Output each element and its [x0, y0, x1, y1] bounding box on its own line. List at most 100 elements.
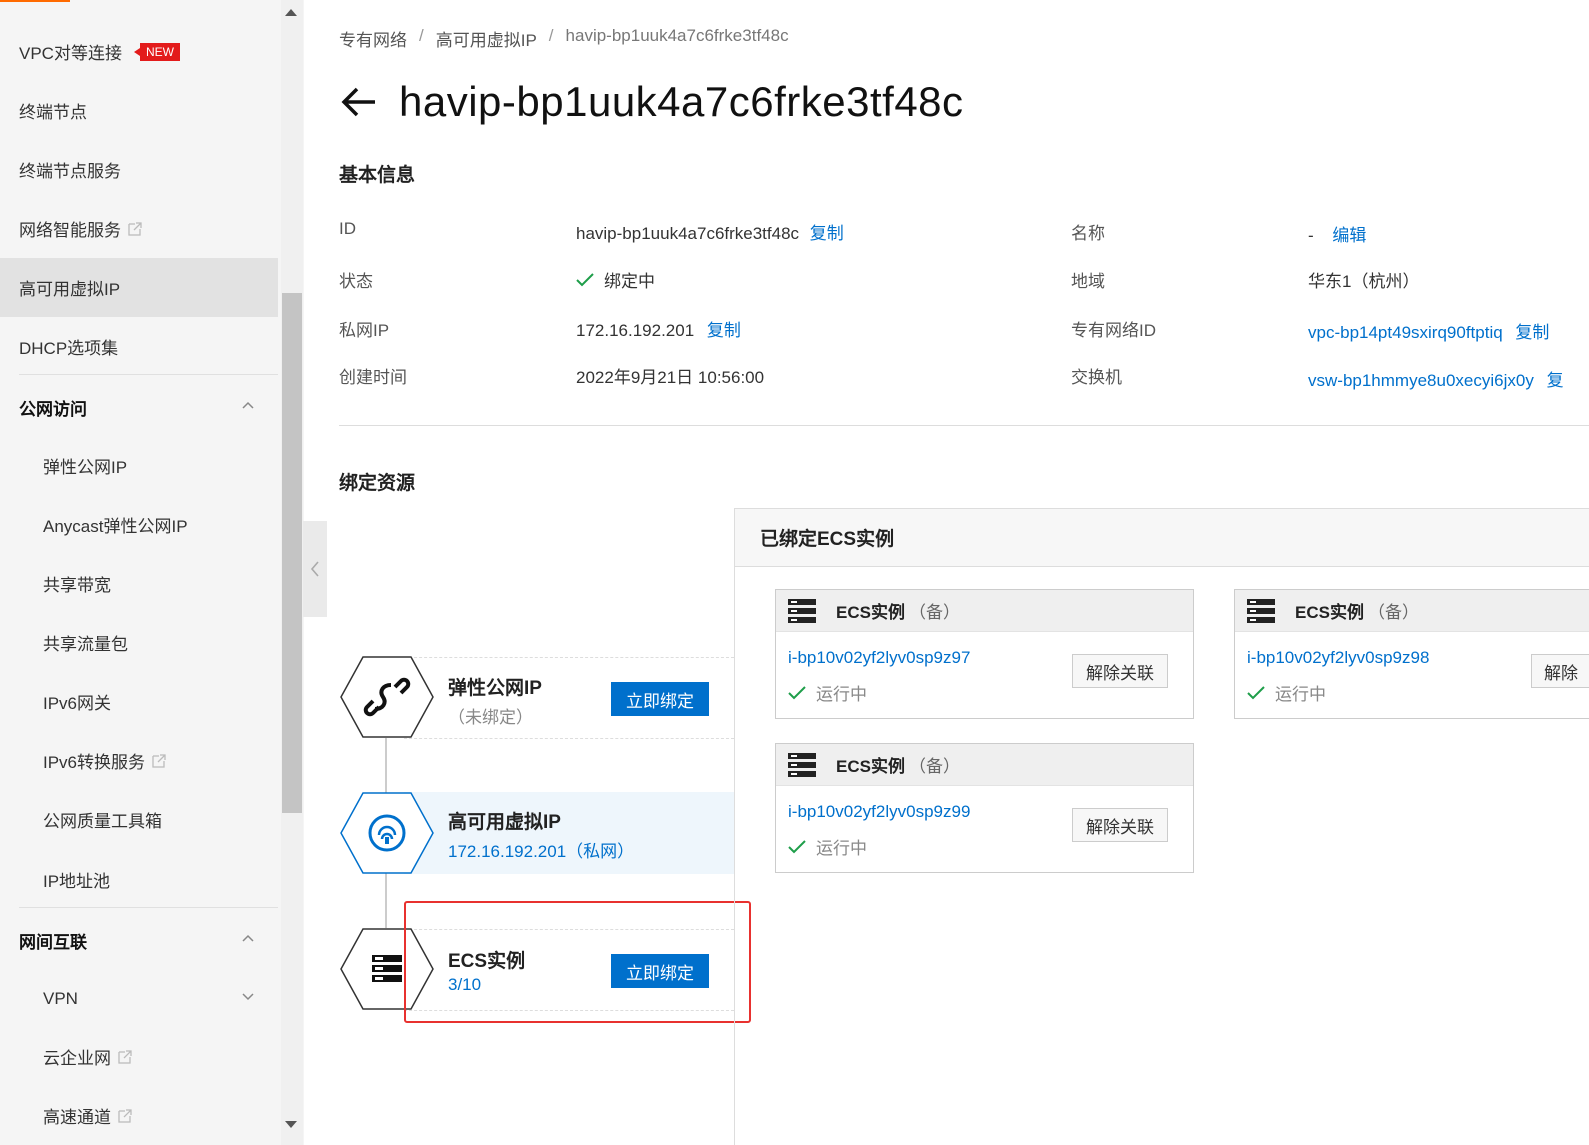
status-value: 绑定中 [576, 267, 655, 292]
unbind-button[interactable]: 解除关联 [1072, 808, 1168, 842]
breadcrumb-separator: / [419, 26, 424, 45]
ecs-card-type: ECS实例 [1295, 603, 1364, 622]
vpc-id-value: vpc-bp14pt49sxirq90ftptiq 复制 [1308, 318, 1549, 343]
sidebar-item-label: 网络智能服务 [19, 221, 121, 240]
sidebar-item-label: 共享带宽 [43, 576, 111, 595]
bind-eip-button[interactable]: 立即绑定 [611, 682, 709, 716]
region-value: 华东1（杭州） [1308, 272, 1420, 291]
copy-vpc-link[interactable]: 复制 [1515, 323, 1549, 342]
sidebar-item-ipv6-translation[interactable]: IPv6转换服务 [0, 731, 278, 790]
sidebar-item-label: IP地址池 [43, 872, 111, 891]
sidebar-item-anycast-eip[interactable]: Anycast弹性公网IP [0, 495, 278, 554]
server-icon [1247, 598, 1275, 623]
copy-ip-link[interactable]: 复制 [707, 321, 741, 340]
ecs-status-text: 运行中 [1275, 685, 1326, 704]
breadcrumb-separator: / [548, 26, 554, 45]
havip-hex-icon [340, 792, 434, 874]
sidebar-item-havip[interactable]: 高可用虚拟IP [0, 258, 278, 317]
private-ip-value: 172.16.192.201 复制 [576, 316, 741, 341]
eip-status: （未绑定） [448, 708, 533, 727]
ecs-instance-id-link[interactable]: i-bp10v02yf2lyv0sp9z99 [788, 802, 970, 822]
ecs-card-role: （备） [1367, 603, 1419, 622]
sidebar-item-label: 终端节点服务 [19, 162, 121, 181]
sidebar-item-network-intelligence[interactable]: 网络智能服务 [0, 199, 278, 258]
breadcrumb-vpc[interactable]: 专有网络 [339, 26, 407, 51]
ecs-status: 运行中 [1247, 680, 1326, 705]
sidebar-item-endpoint-service[interactable]: 终端节点服务 [0, 140, 278, 199]
id-value-text: havip-bp1uuk4a7c6frke3tf48c [576, 224, 800, 243]
vpc-id-link[interactable]: vpc-bp14pt49sxirq90ftptiq [1308, 323, 1503, 342]
breadcrumb-havip[interactable]: 高可用虚拟IP [436, 26, 537, 51]
sidebar-item-shared-bandwidth[interactable]: 共享带宽 [0, 554, 278, 613]
havip-ip: 172.16.192.201（私网） [448, 842, 635, 861]
created-label: 创建时间 [339, 368, 407, 387]
back-arrow-icon[interactable] [339, 82, 379, 122]
sidebar-scrollbar[interactable] [281, 0, 303, 1145]
sidebar-group-label: 公网访问 [19, 400, 87, 419]
edit-name-link[interactable]: 编辑 [1332, 226, 1366, 245]
copy-id-link[interactable]: 复制 [810, 224, 844, 243]
sidebar-item-network-quality[interactable]: 公网质量工具箱 [0, 790, 278, 849]
sidebar-group-public-access[interactable]: 公网访问 [0, 378, 278, 437]
check-icon [576, 272, 594, 286]
breadcrumb-current: havip-bp1uuk4a7c6frke3tf48c [565, 26, 789, 45]
sidebar-item-label: 高可用虚拟IP [19, 280, 121, 299]
chevron-up-icon [242, 401, 254, 409]
server-icon [788, 598, 816, 623]
name-value: - 编辑 [1308, 221, 1366, 246]
sidebar-item-ip-pool[interactable]: IP地址池 [0, 850, 278, 909]
sidebar-item-label: IPv6转换服务 [43, 753, 146, 772]
scroll-down-arrow-icon[interactable] [285, 1121, 297, 1128]
server-icon [788, 752, 816, 777]
sidebar-item-vpc-peering[interactable]: VPC对等连接 NEW [0, 22, 278, 81]
sidebar-item-label: Anycast弹性公网IP [43, 517, 188, 536]
sidebar-group-interconnect[interactable]: 网间互联 [0, 911, 278, 970]
sidebar-item-ipv6-gateway[interactable]: IPv6网关 [0, 672, 278, 731]
id-value: havip-bp1uuk4a7c6frke3tf48c 复制 [576, 219, 844, 244]
external-link-icon [118, 1049, 132, 1064]
sidebar-item-express-connect[interactable]: 高速通道 [0, 1086, 278, 1145]
highlight-annotation-box [404, 901, 751, 1023]
sidebar-item-vpn[interactable]: VPN [0, 969, 278, 1028]
title-row: havip-bp1uuk4a7c6frke3tf48c [339, 78, 964, 126]
eip-hex-icon [340, 656, 434, 738]
vswitch-link[interactable]: vsw-bp1hmmye8u0xecyi6jx0y [1308, 371, 1534, 390]
divider [19, 374, 278, 375]
private-ip-label: 私网IP [339, 321, 390, 340]
unbind-button[interactable]: 解除关联 [1072, 654, 1168, 688]
ecs-instance-id-link[interactable]: i-bp10v02yf2lyv0sp9z98 [1247, 648, 1429, 668]
unbind-button[interactable]: 解除 [1531, 654, 1589, 688]
copy-vswitch-link[interactable]: 复 [1547, 371, 1564, 390]
external-link-icon [152, 753, 166, 768]
bound-resources-title: 绑定资源 [339, 473, 416, 494]
check-icon [1247, 685, 1265, 699]
section-divider [339, 425, 1589, 426]
check-icon [788, 839, 806, 853]
id-label: ID [339, 219, 356, 238]
sidebar-item-label: 云企业网 [43, 1049, 111, 1068]
sidebar-item-eip[interactable]: 弹性公网IP [0, 436, 278, 495]
vswitch-value: vsw-bp1hmmye8u0xecyi6jx0y 复 [1308, 366, 1564, 391]
ecs-card-role: （备） [908, 757, 960, 776]
sidebar-item-endpoint[interactable]: 终端节点 [0, 81, 278, 140]
sidebar-item-cen[interactable]: 云企业网 [0, 1027, 278, 1086]
scroll-thumb[interactable] [282, 293, 302, 813]
scroll-up-arrow-icon[interactable] [285, 9, 297, 16]
sidebar-item-label: 终端节点 [19, 103, 87, 122]
sidebar-item-shared-traffic[interactable]: 共享流量包 [0, 613, 278, 672]
basic-info-title: 基本信息 [339, 165, 416, 186]
ecs-card-type: ECS实例 [836, 757, 905, 776]
sidebar-item-label: 弹性公网IP [43, 458, 128, 477]
sidebar-item-label: 公网质量工具箱 [43, 812, 162, 831]
external-link-icon [128, 221, 142, 236]
divider [19, 907, 278, 908]
sidebar-item-dhcp[interactable]: DHCP选项集 [0, 317, 278, 376]
ecs-card: ECS实例 （备） i-bp10v02yf2lyv0sp9z98 运行中 解除 [1234, 589, 1589, 719]
status-label: 状态 [339, 272, 373, 291]
chevron-down-icon [242, 993, 254, 1001]
ecs-card-type: ECS实例 [836, 603, 905, 622]
eip-name: 弹性公网IP [448, 678, 542, 699]
ecs-instance-id-link[interactable]: i-bp10v02yf2lyv0sp9z97 [788, 648, 970, 668]
region-label: 地域 [1071, 272, 1105, 291]
havip-name: 高可用虚拟IP [448, 812, 561, 833]
